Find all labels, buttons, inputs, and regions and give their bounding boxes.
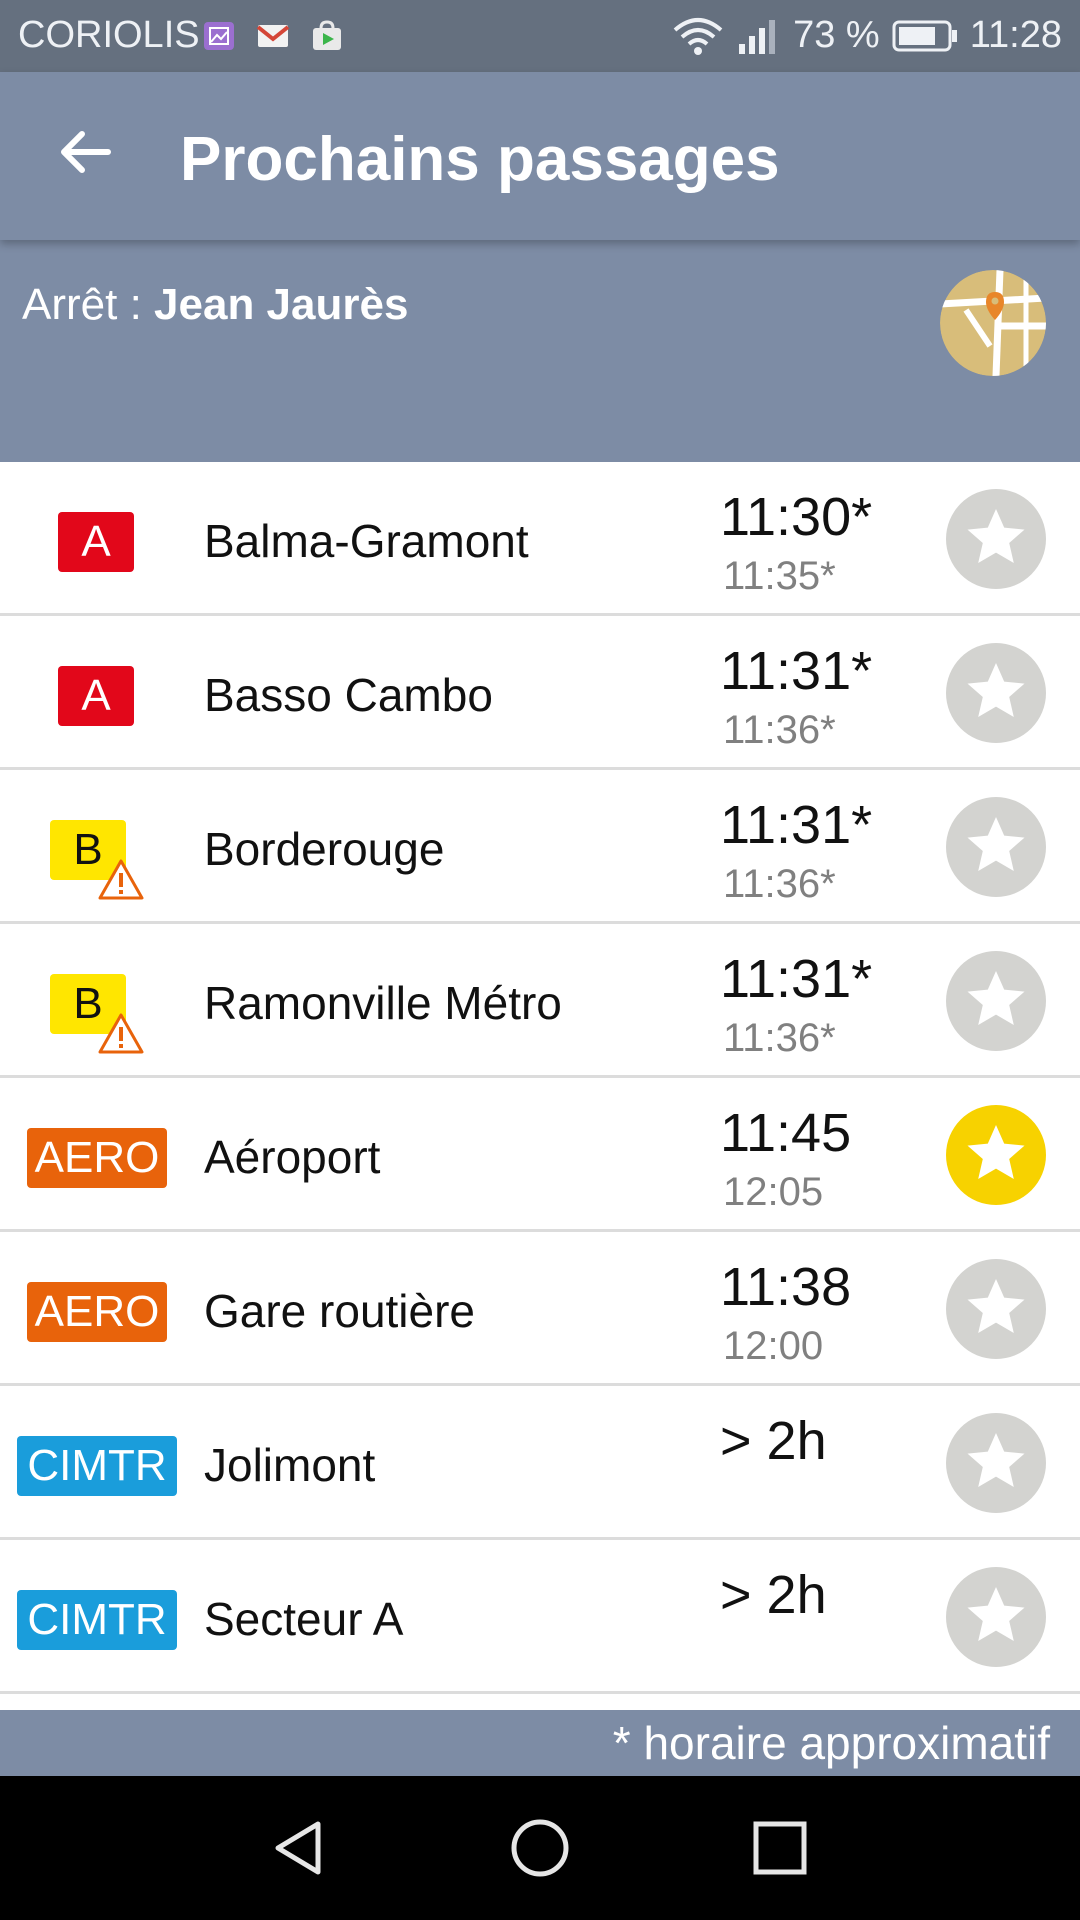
favorite-star-button[interactable] [946,1413,1046,1513]
app-bar: Prochains passages [0,72,1080,240]
favorite-star-button[interactable] [946,797,1046,897]
line-badge: CIMTR [17,1590,177,1650]
departure-row[interactable]: CIMTR Secteur A > 2h [0,1540,1080,1694]
next-departure-time: 11:30* [720,487,873,547]
following-departure-time: 11:35* [723,554,836,598]
following-departure-time: 11:36* [723,1016,836,1060]
page-title: Prochains passages [180,125,780,194]
star-icon [967,663,1025,717]
destination-label: Gare routière [204,1285,476,1337]
favorite-star-button[interactable] [946,489,1046,589]
next-departure-time: 11:38 [720,1257,852,1317]
destination-label: Secteur A [204,1593,404,1645]
departure-row[interactable]: A Balma-Gramont 11:30* 11:35* [0,462,1080,616]
footnote-text: * horaire approximatif [612,1717,1050,1769]
line-badge: A [58,512,134,572]
next-departure-time: 11:31* [720,949,873,1009]
nav-back-icon[interactable] [268,1816,332,1880]
next-departure-time: 11:45 [720,1103,852,1163]
following-departure-time: 11:36* [723,862,836,906]
status-bar: CORIOLIS 73 % 11:28 [0,0,1080,72]
play-store-notification-icon [313,20,341,50]
destination-label: Ramonville Métro [204,977,562,1029]
clock: 11:28 [969,14,1062,56]
departure-row[interactable]: B Borderouge 11:31* 11:36* [0,770,1080,924]
favorite-star-button[interactable] [946,951,1046,1051]
stop-label: Arrêt : Jean Jaurès [22,280,408,330]
following-departure-time: 12:05 [723,1170,824,1214]
disruption-warning-icon [98,1013,144,1054]
nav-recents-icon[interactable] [748,1816,812,1880]
signal-icon [739,19,776,54]
departures-list: A Balma-Gramont 11:30* 11:35* A Basso Ca… [0,462,1080,1694]
favorite-star-button[interactable] [946,1105,1046,1205]
next-departure-time: 11:31* [720,641,873,701]
star-icon [967,971,1025,1025]
star-icon [967,1279,1025,1333]
destination-label: Jolimont [204,1439,376,1491]
stop-name: Jean Jaurès [154,280,409,329]
next-departure-time: > 2h [720,1565,827,1625]
footnote-bar: * horaire approximatif [0,1710,1080,1776]
line-badge: AERO [27,1282,167,1342]
stop-header: Arrêt : Jean Jaurès [0,240,1080,462]
following-departure-time: 12:00 [723,1324,824,1368]
line-badge: CIMTR [17,1436,177,1496]
next-departure-time: 11:31* [720,795,873,855]
favorite-star-button[interactable] [946,1567,1046,1667]
destination-label: Balma-Gramont [204,515,529,567]
departure-row[interactable]: AERO Aéroport 11:45 12:05 [0,1078,1080,1232]
destination-label: Aéroport [204,1131,381,1183]
star-icon [967,1433,1025,1487]
stop-prefix: Arrêt : [22,280,155,329]
status-right: 73 % 11:28 [671,14,1062,57]
battery-percent: 73 % [793,14,880,56]
star-icon [967,1587,1025,1641]
star-icon [967,1125,1025,1179]
departure-row[interactable]: AERO Gare routière 11:38 12:00 [0,1232,1080,1386]
gmail-notification-icon [256,25,290,47]
departure-row[interactable]: A Basso Cambo 11:31* 11:36* [0,616,1080,770]
favorite-star-button[interactable] [946,643,1046,743]
navigation-bar [0,1776,1080,1920]
star-icon [967,817,1025,871]
star-icon [967,509,1025,563]
favorite-star-button[interactable] [946,1259,1046,1359]
destination-label: Basso Cambo [204,669,493,721]
wifi-icon [673,17,723,55]
next-departure-time: > 2h [720,1411,827,1471]
back-arrow-icon[interactable] [56,122,116,182]
battery-icon [892,20,957,51]
disruption-warning-icon [98,859,144,900]
line-badge: A [58,666,134,726]
nav-home-icon[interactable] [508,1816,572,1880]
line-badge: AERO [27,1128,167,1188]
map-button[interactable] [940,270,1046,376]
carrier-name: CORIOLIS [18,14,200,56]
following-departure-time: 11:36* [723,708,836,752]
departure-row[interactable]: CIMTR Jolimont > 2h [0,1386,1080,1540]
departure-row[interactable]: B Ramonville Métro 11:31* 11:36* [0,924,1080,1078]
gallery-notification-icon [204,22,234,50]
destination-label: Borderouge [204,823,445,875]
